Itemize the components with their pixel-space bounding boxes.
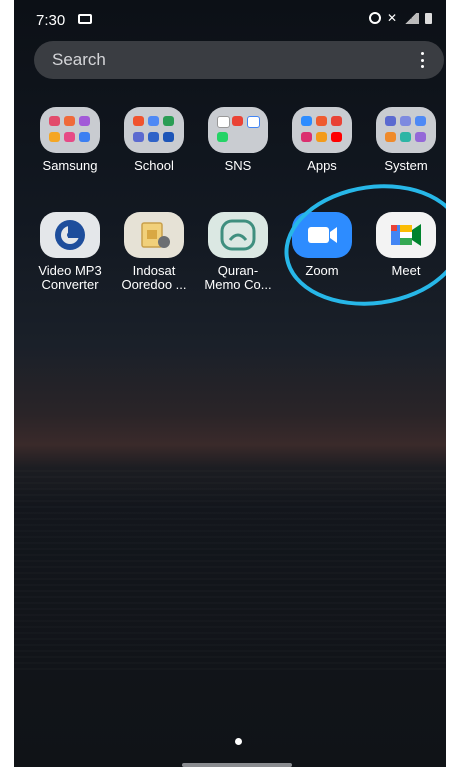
app-label: Quran- Memo Co... [204,263,272,292]
folder-icon [124,107,184,153]
folder-system[interactable]: System [364,107,446,173]
app-quran-memo[interactable]: Quran- Memo Co... [196,212,280,292]
status-bar: 7:30 ✕ [14,0,446,36]
folder-school[interactable]: School [112,107,196,173]
app-label: Indosat Ooredoo ... [121,263,187,292]
folder-icon [376,107,436,153]
app-video-mp3-converter[interactable]: Video MP3 Converter [28,212,112,292]
mute-icon: ✕ [386,11,397,25]
folder-label: Samsung [42,158,98,173]
folder-label: Apps [307,158,337,173]
folder-apps[interactable]: Apps [280,107,364,173]
page-indicator-dot[interactable] [235,738,242,745]
folder-icon [208,107,268,153]
search-input[interactable]: Search [52,50,106,70]
sim-card-icon [124,212,184,258]
folder-icon [292,107,352,153]
folder-label: System [384,158,428,173]
signal-icon [403,12,419,24]
status-icons: ✕ [368,11,432,25]
quran-memo-icon [208,212,268,258]
folder-samsung[interactable]: Samsung [28,107,112,173]
home-gesture-handle[interactable] [182,763,292,767]
wallpaper-sea [14,470,446,670]
folder-sns[interactable]: SNS [196,107,280,173]
status-time: 7:30 [36,12,66,29]
more-options-icon[interactable] [420,52,424,68]
folder-label: SNS [224,158,252,173]
video-mp3-converter-icon [40,212,100,258]
search-bar[interactable]: Search [34,41,444,79]
home-screen: 7:30 ✕ Search Samsung School SNS Apps Sy… [14,0,446,767]
folder-label: School [134,158,174,173]
gallery-notification-icon [78,14,92,24]
app-indosat-ooredoo[interactable]: Indosat Ooredoo ... [112,212,196,292]
highlight-circle-annotation [276,173,446,317]
battery-icon [425,12,432,24]
folder-icon [40,107,100,153]
alarm-icon [368,12,381,24]
app-label: Video MP3 Converter [38,263,102,292]
